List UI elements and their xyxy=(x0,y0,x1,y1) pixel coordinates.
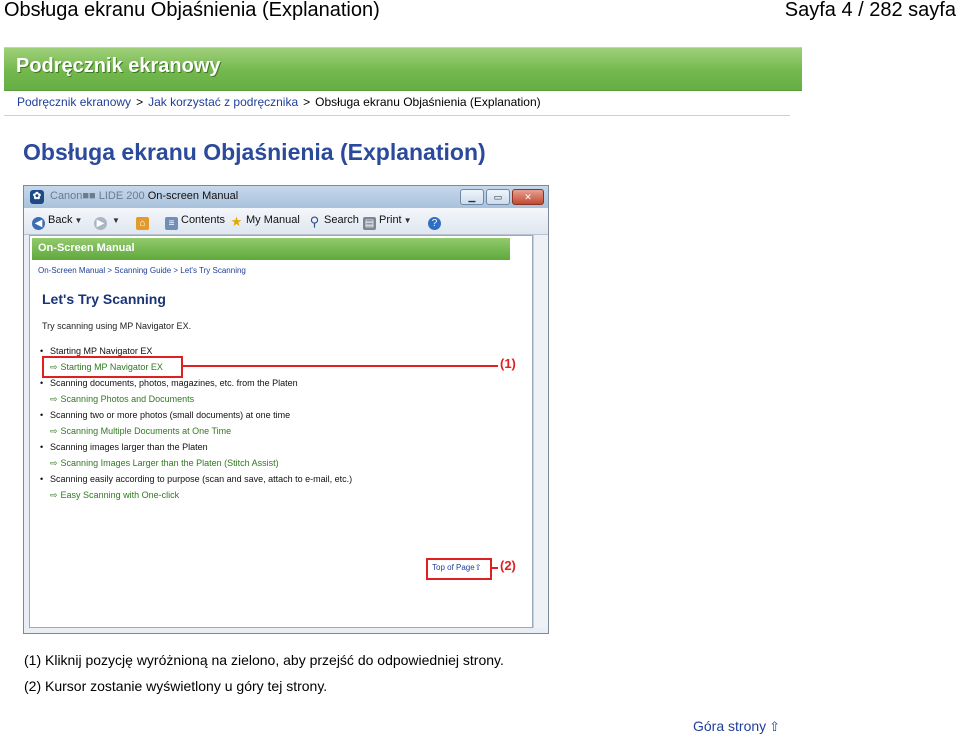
window-title-text: On-screen Manual xyxy=(147,190,239,202)
home-button[interactable]: ⌂ xyxy=(136,214,152,230)
callout-line-2 xyxy=(490,567,498,569)
breadcrumb: Podręcznik ekranowy > Jak korzystać z podr… xyxy=(17,95,541,109)
forward-arrow-icon: ▶ xyxy=(94,217,107,230)
contents-label: Contents xyxy=(181,214,226,226)
explanation-screenshot: ✿ Canon■■ LIDE 200 On-screen Manual ▁ ▭ ✕ … xyxy=(23,185,549,634)
help-button[interactable]: ? xyxy=(428,214,444,230)
topic-link[interactable]: Scanning Images Larger than the Platen (… xyxy=(40,455,352,471)
breadcrumb-link-home[interactable]: Podręcznik ekranowy xyxy=(17,95,131,109)
topic-link[interactable]: Scanning Multiple Documents at One Time xyxy=(40,423,352,439)
inner-banner: On-Screen Manual xyxy=(32,238,510,260)
help-icon: ? xyxy=(428,217,441,230)
maximize-icon[interactable]: ▭ xyxy=(486,189,510,205)
note-1: (1) Kliknij pozycję wyróżnioną na zielon… xyxy=(24,652,504,668)
chevron-down-icon: ▼ xyxy=(74,216,83,225)
breadcrumb-separator: > xyxy=(303,95,311,109)
my-manual-label: My Manual xyxy=(246,214,300,226)
back-button[interactable]: ◀ Back ▼ xyxy=(32,214,82,230)
toolbar: ◀ Back ▼ ▶ ▼ ⌂ ≡ Contents ★ My Manual ⚲ Search… xyxy=(24,208,548,235)
inner-lead: Try scanning using MP Navigator EX. xyxy=(42,321,192,331)
topic-heading: Scanning images larger than the Platen xyxy=(40,439,352,455)
topic-heading: Scanning two or more photos (small docum… xyxy=(40,407,352,423)
page-counter: Sayfa 4 / 282 sayfa xyxy=(784,0,956,21)
breadcrumb-current: Obsługa ekranu Objaśnienia (Explanation) xyxy=(315,95,541,109)
inner-breadcrumb[interactable]: On-Screen Manual > Scanning Guide > Let'… xyxy=(38,266,246,275)
window-titlebar: ✿ Canon■■ LIDE 200 On-screen Manual ▁ ▭ ✕ xyxy=(24,186,548,208)
contents-icon: ≡ xyxy=(165,217,178,230)
topic-heading: Scanning easily according to purpose (sc… xyxy=(40,471,352,487)
banner-title: Podręcznik ekranowy xyxy=(16,55,221,77)
back-to-top-label: Góra strony xyxy=(693,718,767,734)
inner-heading: Let's Try Scanning xyxy=(42,291,166,307)
callout-label-1: (1) xyxy=(500,356,516,371)
breadcrumb-link-how-to-use[interactable]: Jak korzystać z podręcznika xyxy=(148,95,298,109)
inner-banner-title: On-Screen Manual xyxy=(38,242,135,254)
contents-button[interactable]: ≡ Contents xyxy=(165,214,225,230)
print-label: Print xyxy=(379,214,402,226)
highlight-box-2 xyxy=(426,558,492,580)
search-button[interactable]: ⚲ Search xyxy=(308,214,359,228)
callout-line-1 xyxy=(181,365,498,367)
back-arrow-icon: ◀ xyxy=(32,217,45,230)
scrollbar[interactable] xyxy=(533,235,548,628)
page-title: Obsługa ekranu Objaśnienia (Explanation) xyxy=(23,139,486,165)
callout-label-2: (2) xyxy=(500,558,516,573)
star-icon: ★ xyxy=(230,214,243,229)
topic-link[interactable]: Easy Scanning with One-click xyxy=(40,487,352,503)
home-icon: ⌂ xyxy=(136,217,149,230)
forward-button[interactable]: ▶ ▼ xyxy=(94,214,120,230)
back-label: Back xyxy=(48,214,73,226)
note-2: (2) Kursor zostanie wyświetlony u góry t… xyxy=(24,678,328,694)
search-icon: ⚲ xyxy=(309,214,320,229)
minimize-icon[interactable]: ▁ xyxy=(460,189,484,205)
search-label: Search xyxy=(324,214,359,226)
my-manual-button[interactable]: ★ My Manual xyxy=(230,214,300,228)
up-arrow-icon: ⇧ xyxy=(769,719,781,734)
chevron-down-icon: ▼ xyxy=(403,216,412,225)
print-button[interactable]: ▤ Print ▼ xyxy=(363,214,412,230)
breadcrumb-separator: > xyxy=(136,95,144,109)
window-controls: ▁ ▭ ✕ xyxy=(458,189,544,207)
close-icon[interactable]: ✕ xyxy=(512,189,544,205)
back-to-top-link[interactable]: Góra strony ⇧ xyxy=(693,718,780,735)
manual-banner: Podręcznik ekranowy xyxy=(4,47,802,91)
manual-content: On-Screen Manual On-Screen Manual > Scan… xyxy=(29,235,533,628)
window-title: Canon■■ LIDE 200 On-screen Manual xyxy=(50,190,238,202)
window-title-product: Canon■■ LIDE 200 xyxy=(50,190,145,202)
app-icon: ✿ xyxy=(30,190,44,204)
divider xyxy=(4,115,790,116)
topic-link[interactable]: Scanning Photos and Documents xyxy=(40,391,352,407)
highlight-box-1 xyxy=(42,356,183,378)
print-icon: ▤ xyxy=(363,217,376,230)
chevron-down-icon: ▼ xyxy=(112,216,120,225)
document-title: Obsługa ekranu Objaśnienia (Explanation) xyxy=(4,0,380,21)
